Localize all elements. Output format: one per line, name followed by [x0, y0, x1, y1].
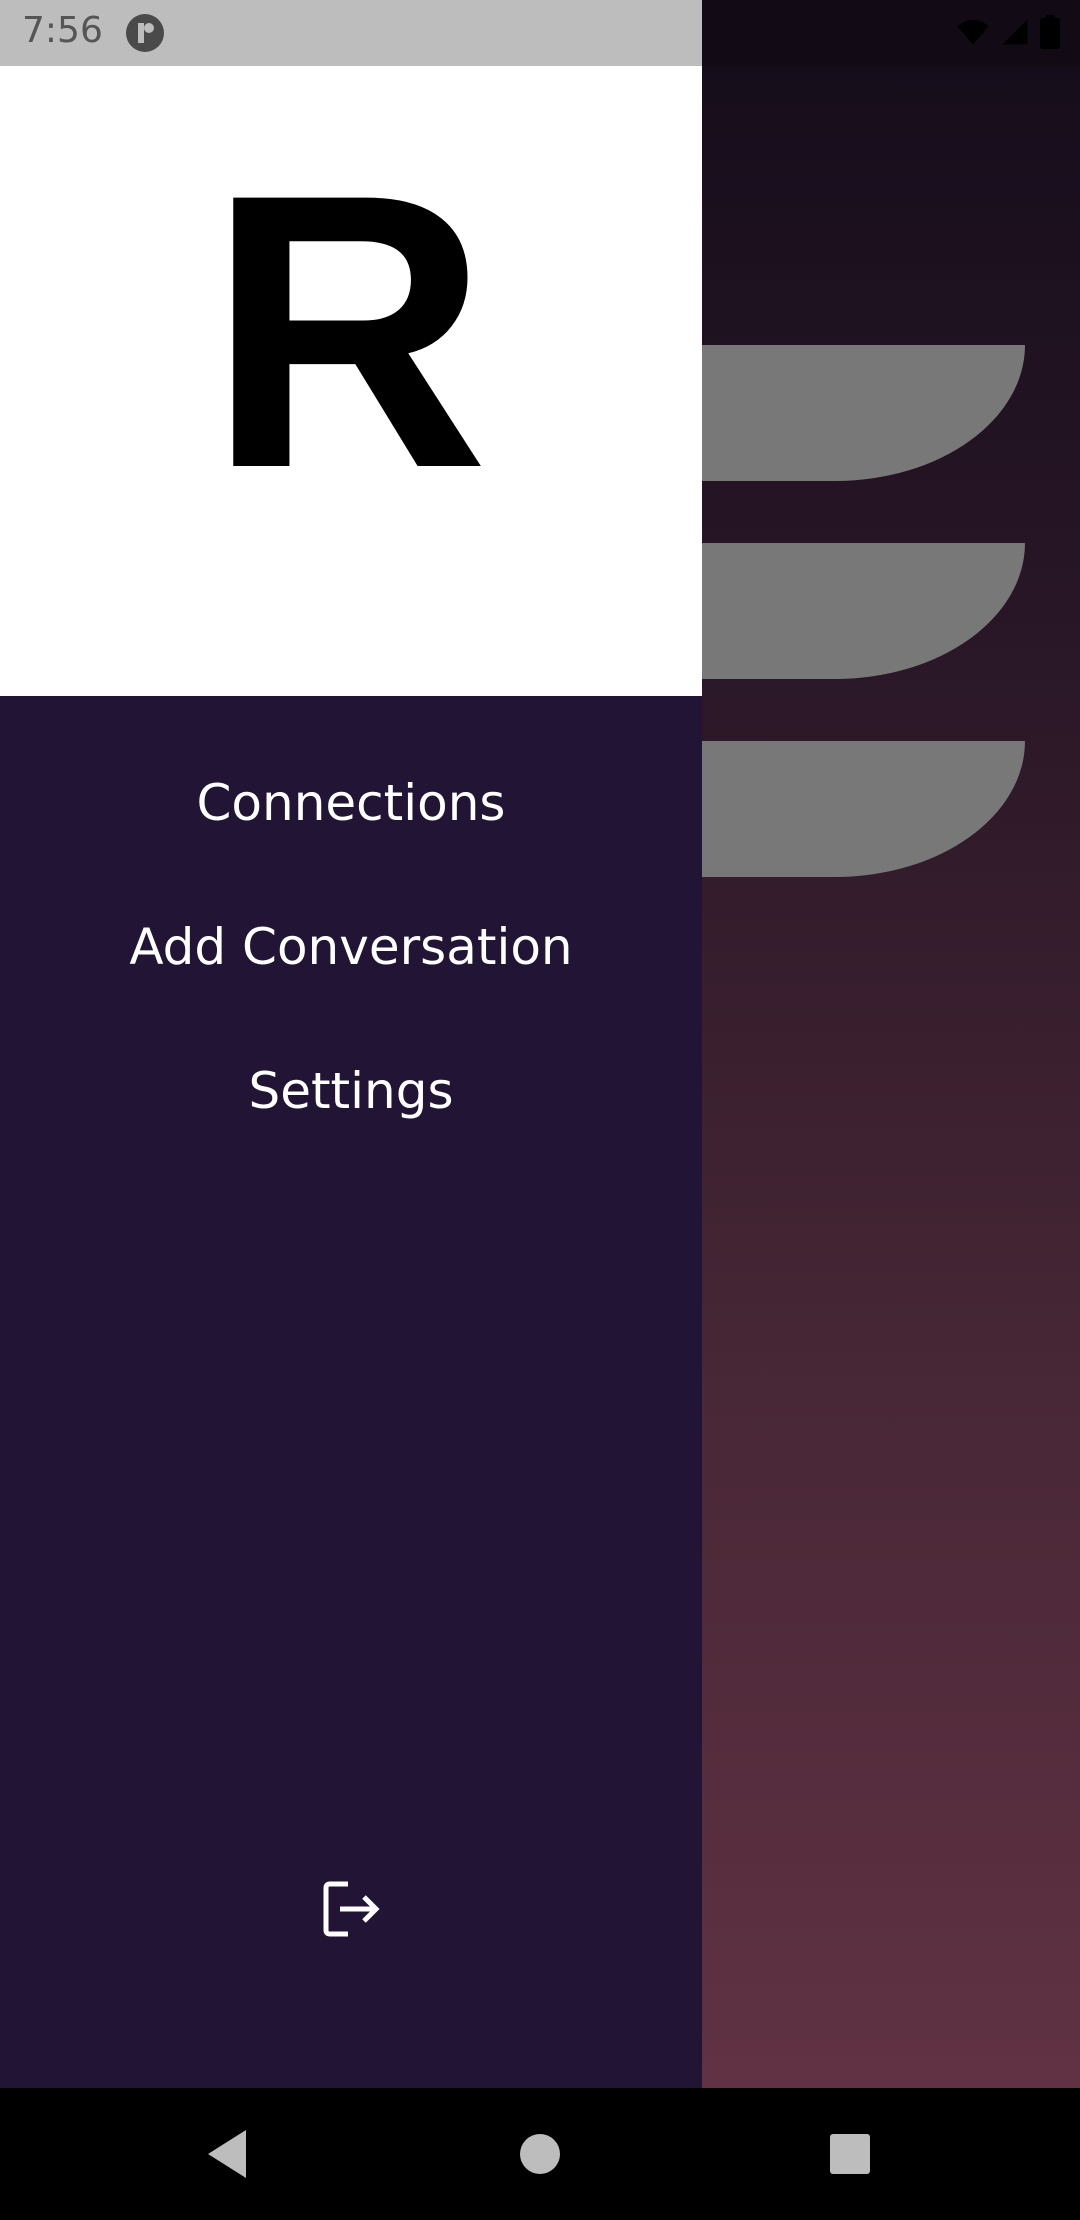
menu-item-connections[interactable]: Connections	[0, 774, 702, 832]
app-notification-icon	[126, 14, 164, 52]
app-logo: R	[207, 113, 489, 549]
back-icon[interactable]	[200, 2124, 260, 2184]
battery-icon	[1040, 14, 1060, 50]
signal-icon	[1002, 19, 1028, 45]
system-nav-bar	[0, 2088, 1080, 2220]
logout-icon[interactable]	[318, 1876, 384, 1942]
status-icons	[956, 14, 1060, 50]
background-shape	[700, 741, 1025, 877]
status-bar: 7:56	[0, 0, 1080, 66]
status-bar-drawer-area	[0, 0, 702, 66]
menu-item-settings[interactable]: Settings	[0, 1062, 702, 1120]
drawer-header: R	[0, 66, 702, 696]
wifi-icon	[957, 19, 989, 45]
navigation-drawer: R Connections Add Conversation Settings	[0, 66, 702, 2088]
background-shape	[700, 543, 1025, 679]
menu-item-add-conversation[interactable]: Add Conversation	[0, 918, 702, 976]
recents-icon[interactable]	[820, 2124, 880, 2184]
screen: 7:56 R Connections Add Conversation Sett…	[0, 0, 1080, 2220]
logo-letter: R	[207, 113, 489, 549]
background-shape	[700, 345, 1025, 481]
status-time: 7:56	[22, 10, 103, 51]
home-icon[interactable]	[510, 2124, 570, 2184]
